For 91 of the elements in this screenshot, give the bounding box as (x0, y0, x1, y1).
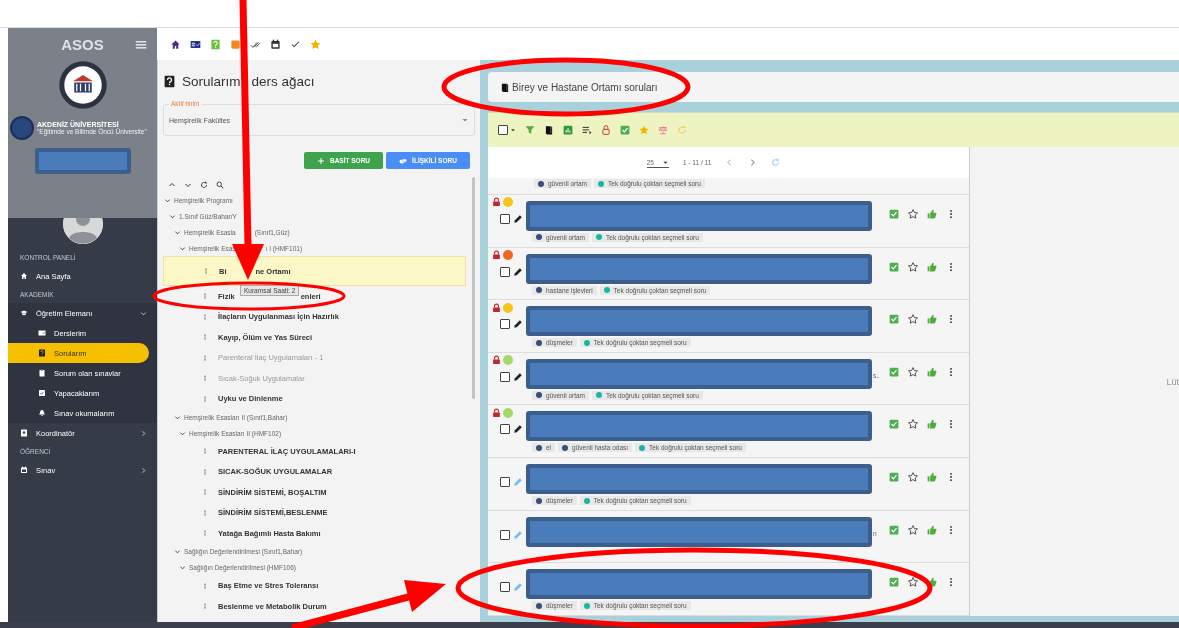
home-icon (20, 272, 28, 280)
plus-icon (316, 156, 325, 165)
thumbs-up-icon[interactable] (927, 314, 937, 325)
checkbox-icon[interactable] (620, 125, 630, 135)
chevron-icon[interactable] (174, 548, 181, 555)
star-icon[interactable] (908, 577, 918, 588)
question-icon (38, 349, 46, 357)
chevron-icon[interactable] (179, 564, 186, 571)
row-checkbox[interactable] (500, 582, 510, 593)
card-icon (38, 329, 46, 337)
panel-title: Sorularım ders ağacı (182, 73, 315, 89)
select-all-checkbox[interactable] (498, 125, 516, 135)
hint-text: Lüt (1166, 376, 1179, 387)
row-checkbox[interactable] (500, 213, 510, 224)
thumbs-up-icon[interactable] (927, 524, 937, 535)
chevron-icon[interactable] (179, 429, 186, 437)
scrollbar[interactable] (472, 177, 475, 399)
star-icon[interactable] (310, 38, 321, 50)
row-checkbox[interactable] (500, 266, 510, 277)
pencil-icon[interactable] (513, 319, 523, 330)
row-checkbox[interactable] (500, 371, 510, 382)
chevron-icon[interactable] (179, 244, 186, 252)
caret-icon (510, 127, 516, 133)
row-checkbox[interactable] (500, 319, 510, 330)
next-icon[interactable] (748, 158, 758, 167)
pencil-icon[interactable] (513, 213, 523, 224)
star-icon[interactable] (908, 472, 918, 483)
caret-icon (461, 116, 469, 124)
thumbs-up-icon[interactable] (927, 577, 937, 588)
home-icon[interactable] (170, 38, 181, 50)
seal-logo (57, 60, 108, 110)
approved-icon[interactable] (889, 472, 899, 483)
calendar-icon[interactable] (270, 38, 281, 50)
chevron-icon[interactable] (174, 228, 181, 236)
chevron-icon[interactable] (164, 196, 171, 204)
chevron-icon[interactable] (174, 413, 181, 421)
calendar-icon (20, 466, 28, 474)
book-icon[interactable] (544, 125, 554, 135)
badge-icon (20, 429, 28, 437)
collapse-icon[interactable] (168, 180, 176, 189)
star-icon[interactable] (908, 366, 918, 377)
university-logo (10, 116, 34, 140)
list-icon[interactable] (582, 125, 592, 135)
question-icon (163, 74, 176, 88)
pencil-icon[interactable] (513, 424, 523, 435)
panel-title: Birey ve Hastane Ortamı soruları (512, 81, 658, 93)
clipboard-icon (38, 369, 46, 377)
chevron-icon (140, 309, 147, 317)
pencil-icon[interactable] (513, 371, 523, 382)
filter-icon[interactable] (525, 125, 535, 135)
menu-icon[interactable] (135, 39, 147, 51)
check-icon[interactable] (290, 38, 301, 50)
brand-logo-text: ASOS (61, 35, 104, 53)
approved-icon[interactable] (889, 261, 899, 272)
thumbs-up-icon[interactable] (927, 366, 937, 377)
chevron-icon (140, 466, 147, 474)
approved-icon[interactable] (889, 524, 899, 535)
book-icon (500, 81, 510, 93)
approved-icon[interactable] (889, 208, 899, 219)
chevron-icon[interactable] (169, 212, 176, 220)
graduation-cap-icon (20, 309, 28, 317)
refresh-icon[interactable] (200, 180, 208, 189)
search-icon[interactable] (216, 180, 224, 189)
card-icon[interactable] (190, 38, 201, 50)
star-icon[interactable] (908, 524, 918, 535)
bell-icon (38, 409, 46, 417)
row-checkbox[interactable] (500, 477, 510, 488)
link-icon (399, 156, 408, 165)
checkbox-icon (38, 389, 46, 397)
lock-icon[interactable] (601, 125, 611, 135)
star-icon[interactable] (639, 125, 649, 135)
approved-icon[interactable] (889, 577, 899, 588)
scale-icon[interactable] (658, 125, 668, 135)
chevron-icon (140, 429, 147, 437)
pencil-icon[interactable] (513, 266, 523, 277)
thumbs-up-icon[interactable] (927, 472, 937, 483)
chart-icon[interactable] (563, 125, 573, 135)
approved-icon[interactable] (889, 314, 899, 325)
star-icon[interactable] (908, 208, 918, 219)
question-icon[interactable] (210, 38, 221, 50)
approved-icon[interactable] (889, 366, 899, 377)
square-icon[interactable] (230, 38, 241, 50)
approved-icon[interactable] (889, 419, 899, 430)
thumbs-up-icon[interactable] (927, 261, 937, 272)
thumbs-up-icon[interactable] (927, 208, 937, 219)
star-icon[interactable] (908, 314, 918, 325)
star-icon[interactable] (908, 419, 918, 430)
star-icon[interactable] (908, 261, 918, 272)
row-checkbox[interactable] (500, 529, 510, 540)
thumbs-up-icon[interactable] (927, 419, 937, 430)
row-checkbox[interactable] (500, 424, 510, 435)
